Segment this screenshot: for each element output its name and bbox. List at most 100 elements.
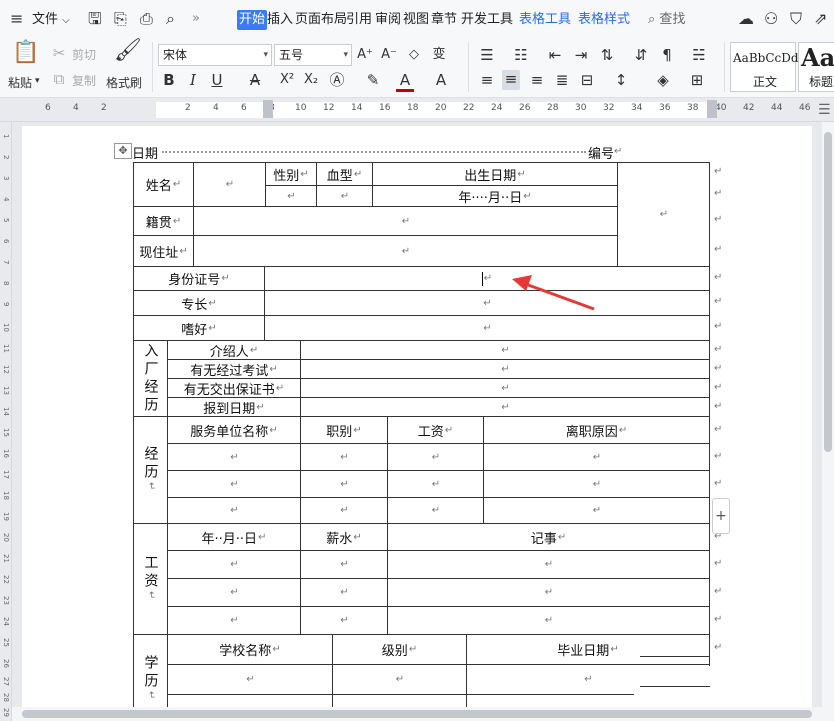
report-date-label-cell[interactable]: 报到日期 ↵ <box>167 397 301 417</box>
paragraph-settings-icon[interactable]: ☵ <box>690 46 708 64</box>
birth-date-value-cell[interactable]: 年····月··日 ↵ <box>372 185 618 207</box>
table-cell[interactable]: ↵ <box>387 578 710 607</box>
strikethrough-icon[interactable]: A <box>246 71 264 89</box>
table-cell[interactable]: ↵ <box>387 497 484 524</box>
phonetic-guide-icon[interactable]: 变 <box>430 46 448 64</box>
increase-indent-icon[interactable]: ⇥ <box>572 46 590 64</box>
work-history-label-cell[interactable]: 经历 ↵ <box>133 416 168 524</box>
tab-review[interactable]: 审阅 <box>375 10 401 30</box>
introducer-value-cell[interactable]: ↵ <box>300 340 710 360</box>
print-preview-icon[interactable]: ⌕ <box>166 10 175 28</box>
exam-value-cell[interactable]: ↵ <box>300 359 710 379</box>
table-cell[interactable] <box>332 694 467 707</box>
file-menu[interactable]: 文件 ⌵ <box>32 10 70 30</box>
document-page[interactable]: ✥ 日期 编号 ↵ 姓名 ↵ ↵ 性别 ↵ ↵ 血型 ↵ ↵ 出生日期 ↵ 年····月… <box>22 126 812 707</box>
id-number-value-cell[interactable]: ↵ <box>264 266 710 291</box>
align-center-icon[interactable]: ≡ <box>502 70 520 90</box>
more-icon[interactable]: » <box>192 10 200 28</box>
tab-view[interactable]: 视图 <box>403 10 429 30</box>
ruler-toggle-icon[interactable]: ☰ <box>818 102 831 118</box>
table-cell[interactable]: ↵ <box>167 606 301 635</box>
scrollbar-thumb[interactable] <box>22 710 812 718</box>
align-right-icon[interactable]: ≡ <box>528 71 546 89</box>
table-cell[interactable]: ↵ <box>483 470 710 498</box>
tab-developer[interactable]: 开发工具 <box>461 10 513 30</box>
shrink-font-icon[interactable]: A⁻ <box>380 46 398 64</box>
table-cell[interactable]: ↵ <box>300 550 388 579</box>
table-cell[interactable]: ↵ <box>167 470 301 498</box>
share-icon[interactable]: ⇗ <box>814 10 827 28</box>
superscript-icon[interactable]: X² <box>278 71 296 89</box>
clear-format-icon[interactable]: ◇ <box>405 46 423 64</box>
table-cell[interactable] <box>167 694 333 707</box>
tab-chapter[interactable]: 章节 <box>431 10 457 30</box>
school-header-cell[interactable]: 学校名称 ↵ <box>167 634 333 665</box>
grow-font-icon[interactable]: A⁺ <box>356 46 374 64</box>
cut-button[interactable]: 剪切 <box>72 46 96 63</box>
chinese-layout-icon[interactable]: ⇅ <box>598 46 616 64</box>
add-column-button[interactable]: + <box>712 498 730 534</box>
specialty-label-cell[interactable]: 专长 ↵ <box>133 290 265 316</box>
paste-button[interactable]: 粘贴 <box>8 74 32 91</box>
table-cell[interactable]: ↵ <box>167 550 301 579</box>
font-name-dropdown[interactable]: 宋体 ▾ <box>158 44 272 66</box>
record-header-cell[interactable]: 记事 ↵ <box>387 523 710 551</box>
collaborate-icon[interactable]: ⚇ <box>764 10 778 28</box>
table-cell[interactable]: ↵ <box>387 443 484 471</box>
tab-page-layout[interactable]: 页面布局 <box>295 10 347 30</box>
salary-section-label-cell[interactable]: 工资 ↵ <box>133 523 168 635</box>
borders-icon[interactable]: ⊞ <box>688 71 706 89</box>
style-heading[interactable]: Aa 标题 <box>798 42 834 92</box>
guarantee-value-cell[interactable]: ↵ <box>300 378 710 398</box>
justify-icon[interactable]: ≣ <box>553 71 571 89</box>
line-spacing-icon[interactable]: ↕ <box>612 71 630 89</box>
hamburger-menu-icon[interactable]: ≡ <box>10 10 23 28</box>
print-icon[interactable]: ⎙ <box>140 10 153 28</box>
bullet-list-icon[interactable]: ☰ <box>478 46 496 64</box>
align-left-icon[interactable]: ≡ <box>478 71 496 89</box>
education-label-cell[interactable]: 学历 ↵ <box>133 634 168 707</box>
wage-header-cell[interactable]: 工资 ↵ <box>387 416 484 444</box>
horizontal-ruler[interactable]: 6 4 2 2 4 6 8 10 12 14 16 18 20 22 24 26… <box>0 98 834 122</box>
indent-marker[interactable] <box>263 100 273 118</box>
horizontal-scrollbar[interactable] <box>12 707 834 721</box>
hobby-value-cell[interactable]: ↵ <box>264 315 710 341</box>
report-date-value-cell[interactable]: ↵ <box>300 397 710 417</box>
save-icon[interactable]: 🖫 <box>88 10 102 28</box>
paste-dropdown-icon[interactable]: ▾ <box>35 76 40 86</box>
underline-icon[interactable]: U <box>208 71 226 89</box>
gender-label-cell[interactable]: 性别 ↵ <box>265 162 317 186</box>
table-cell[interactable]: ↵ <box>167 497 301 524</box>
document-area[interactable]: ✥ 日期 编号 ↵ 姓名 ↵ ↵ 性别 ↵ ↵ 血型 ↵ ↵ 出生日期 ↵ 年····月… <box>12 122 822 707</box>
table-cell[interactable]: ↵ <box>300 606 388 635</box>
table-cell[interactable]: ↵ <box>300 470 388 498</box>
native-place-label-cell[interactable]: 籍贯 ↵ <box>133 206 194 236</box>
vertical-scrollbar[interactable] <box>822 122 834 707</box>
subscript-icon[interactable]: X₂ <box>302 71 320 89</box>
bold-icon[interactable]: B <box>160 71 178 89</box>
blood-type-value-cell[interactable]: ↵ <box>316 185 373 207</box>
table-cell[interactable]: ↵ <box>300 497 388 524</box>
show-marks-icon[interactable]: ¶ <box>658 46 676 64</box>
specialty-value-cell[interactable]: ↵ <box>264 290 710 316</box>
salary-date-header-cell[interactable]: 年··月··日 ↵ <box>167 523 301 551</box>
numbered-list-icon[interactable]: ☷ <box>512 46 530 64</box>
highlight-icon[interactable]: ✎ <box>364 71 382 89</box>
table-cell[interactable]: ↵ <box>483 443 710 471</box>
hobby-label-cell[interactable]: 嗜好 ↵ <box>133 315 265 341</box>
tab-table-style[interactable]: 表格样式 <box>578 10 630 30</box>
tab-references[interactable]: 引用 <box>346 10 372 30</box>
native-place-value-cell[interactable]: ↵ <box>193 206 618 236</box>
table-cell[interactable]: ↵ <box>167 443 301 471</box>
salary-header-cell[interactable]: 薪水 ↵ <box>300 523 388 551</box>
address-label-cell[interactable]: 现住址 ↵ <box>133 235 194 267</box>
photo-cell[interactable]: ↵ <box>617 162 710 267</box>
position-header-cell[interactable]: 职别 ↵ <box>300 416 388 444</box>
table-cell[interactable]: ↵ <box>387 550 710 579</box>
tab-home[interactable]: 开始 <box>237 10 268 30</box>
introducer-label-cell[interactable]: 介绍人 ↵ <box>167 340 301 360</box>
table-cell[interactable]: ↵ <box>300 578 388 607</box>
search-box[interactable]: ⌕ 查找 <box>648 10 685 30</box>
table-cell[interactable]: ↵ <box>167 578 301 607</box>
char-shading-icon[interactable]: A <box>432 71 450 89</box>
